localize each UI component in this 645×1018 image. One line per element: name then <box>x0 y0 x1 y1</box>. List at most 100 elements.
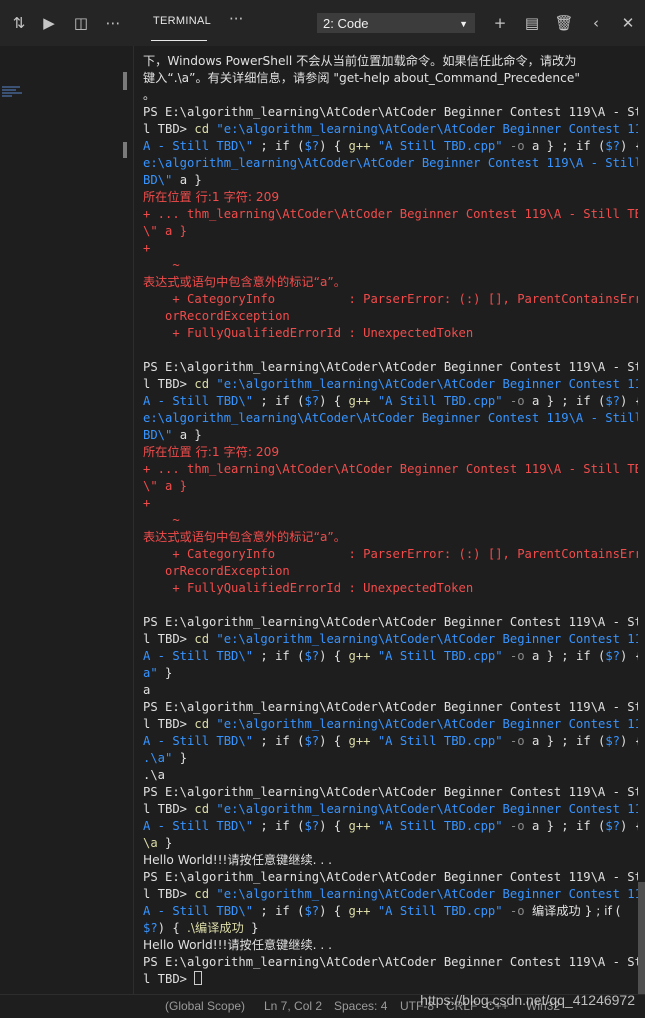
terminal-text: a } ; if ( <box>531 139 606 153</box>
terminal-line: A - Still TBD\" ; if ($?) { g++ "A Still… <box>143 393 638 410</box>
chevron-left-icon[interactable]: ‹ <box>585 12 607 34</box>
terminal-text: 所在位置 行:1 字符: 209 <box>143 190 280 204</box>
plus-icon[interactable]: + <box>489 12 511 34</box>
terminal-text: ) { <box>319 394 349 408</box>
terminal-text: "A Still TBD.cpp" <box>377 734 503 748</box>
terminal-line: 所在位置 行:1 字符: 209 <box>143 189 638 206</box>
chevron-down-icon: ▼ <box>459 19 468 29</box>
split-terminal-icon[interactable]: ▤ <box>521 12 543 34</box>
terminal-text: \a <box>143 836 158 850</box>
terminal-text: $? <box>605 819 621 833</box>
terminal-text: PS E:\algorithm_learning\AtCoder\AtCoder… <box>143 615 638 629</box>
more-icon[interactable]: ⋯ <box>102 12 124 34</box>
terminal-text: } <box>157 666 173 680</box>
terminal-text: ) { <box>620 139 638 153</box>
terminal-text: PS E:\algorithm_learning\AtCoder\AtCoder… <box>143 955 638 969</box>
terminal-line: + ... thm_learning\AtCoder\AtCoder Begin… <box>143 461 638 478</box>
terminal-line: orRecordException <box>143 563 638 580</box>
terminal-text: PS E:\algorithm_learning\AtCoder\AtCoder… <box>143 700 638 714</box>
terminal-lines: 下，Windows PowerShell 不会从当前位置加载命令。如果信任此命令… <box>133 46 638 988</box>
terminal-line: orRecordException <box>143 308 638 325</box>
close-icon[interactable]: ✕ <box>617 12 639 34</box>
minimap[interactable] <box>2 86 24 100</box>
terminal-line: 下，Windows PowerShell 不会从当前位置加载命令。如果信任此命令… <box>143 53 638 70</box>
status-indentation[interactable]: Spaces: 4 <box>334 999 387 1013</box>
terminal-text: a } <box>172 173 202 187</box>
terminal-line: a <box>143 682 638 699</box>
run-icon[interactable]: ▶ <box>38 12 60 34</box>
panel-more-icon[interactable]: ··· <box>229 10 243 28</box>
terminal-text: l TBD> <box>143 632 195 646</box>
terminal-line: 表达式或语句中包含意外的标记“a”。 <box>143 529 638 546</box>
terminal-line: e:\algorithm_learning\AtCoder\AtCoder Be… <box>143 410 638 427</box>
terminal-output[interactable]: 下，Windows PowerShell 不会从当前位置加载命令。如果信任此命令… <box>133 46 638 994</box>
status-scope[interactable]: (Global Scope) <box>165 999 245 1013</box>
terminal-text: ) { <box>319 734 349 748</box>
terminal-text: g++ <box>348 394 378 408</box>
terminal-line: PS E:\algorithm_learning\AtCoder\AtCoder… <box>143 869 638 886</box>
terminal-text: ) { <box>319 904 349 918</box>
terminal-text: "e:\algorithm_learning\AtCoder\AtCoder B… <box>216 632 638 646</box>
terminal-text: 编译成功 } ; if ( <box>531 904 621 918</box>
terminal-line: + FullyQualifiedErrorId : UnexpectedToke… <box>143 325 638 342</box>
terminal-line: Hello World!!!请按任意键继续. . . <box>143 852 638 869</box>
terminal-text: .\编译成功 <box>187 921 244 935</box>
status-bar: (Global Scope) Ln 7, Col 2 Spaces: 4 UTF… <box>0 992 645 1018</box>
scrollbar-thumb[interactable] <box>638 882 645 994</box>
terminal-line: l TBD> cd "e:\algorithm_learning\AtCoder… <box>143 716 638 733</box>
terminal-text: A - Still TBD\" <box>143 649 254 663</box>
terminal-line: $?) { .\编译成功 } <box>143 920 638 937</box>
terminal-text: l TBD> <box>143 887 195 901</box>
status-cursor-position[interactable]: Ln 7, Col 2 <box>264 999 322 1013</box>
terminal-text: 。 <box>143 88 156 102</box>
trash-icon[interactable]: 🗑 <box>553 12 575 34</box>
terminal-line: 表达式或语句中包含意外的标记“a”。 <box>143 274 638 291</box>
terminal-text: l TBD> <box>143 972 195 986</box>
terminal-line: PS E:\algorithm_learning\AtCoder\AtCoder… <box>143 359 638 376</box>
terminal-select-value: 2: Code <box>323 16 369 31</box>
terminal-text: g++ <box>348 734 378 748</box>
terminal-text: l TBD> <box>143 377 195 391</box>
terminal-text: ; if ( <box>253 904 305 918</box>
terminal-text: Hello World!!!请按任意键继续. . . <box>143 853 333 867</box>
terminal-text: 表达式或语句中包含意外的标记“a”。 <box>143 275 346 289</box>
terminal-text: -o <box>502 394 532 408</box>
terminal-text: 所在位置 行:1 字符: 209 <box>143 445 280 459</box>
terminal-text: .\a <box>143 768 166 782</box>
terminal-line: BD\" a } <box>143 427 638 444</box>
terminal-line: + CategoryInfo : ParserError: (:) [], Pa… <box>143 291 638 308</box>
editor-toolbar: ⇅ ▶ ◫ ⋯ <box>0 0 133 46</box>
terminal-text: a } ; if ( <box>531 394 606 408</box>
source-control-icon[interactable]: ⇅ <box>8 12 30 34</box>
terminal-line: PS E:\algorithm_learning\AtCoder\AtCoder… <box>143 104 638 121</box>
terminal-text: ; if ( <box>253 649 305 663</box>
terminal-text: \" a } <box>143 224 188 238</box>
terminal-text: cd <box>194 717 217 731</box>
terminal-select[interactable]: 2: Code ▼ <box>317 13 475 33</box>
terminal-line: 所在位置 行:1 字符: 209 <box>143 444 638 461</box>
terminal-text: } <box>172 751 188 765</box>
tab-active-indicator <box>151 40 207 41</box>
terminal-text: $? <box>304 139 320 153</box>
terminal-text: + ... thm_learning\AtCoder\AtCoder Begin… <box>143 207 638 221</box>
terminal-text: + FullyQualifiedErrorId : UnexpectedToke… <box>143 326 474 340</box>
terminal-line: .\a <box>143 767 638 784</box>
terminal-text: "A Still TBD.cpp" <box>377 394 503 408</box>
terminal-text: g++ <box>348 139 378 153</box>
tab-terminal[interactable]: TERMINAL <box>153 15 211 27</box>
terminal-line: + ... thm_learning\AtCoder\AtCoder Begin… <box>143 206 638 223</box>
terminal-text: cd <box>194 122 217 136</box>
terminal-text: BD\" <box>143 428 173 442</box>
terminal-text: Hello World!!!请按任意键继续. . . <box>143 938 333 952</box>
terminal-text: -o <box>502 649 532 663</box>
terminal-text: $? <box>304 394 320 408</box>
split-editor-icon[interactable]: ◫ <box>70 12 92 34</box>
terminal-text: e:\algorithm_learning\AtCoder\AtCoder Be… <box>143 156 638 170</box>
terminal-scrollbar[interactable] <box>638 46 645 994</box>
terminal-text: "A Still TBD.cpp" <box>377 139 503 153</box>
terminal-line: l TBD> cd "e:\algorithm_learning\AtCoder… <box>143 121 638 138</box>
terminal-line: PS E:\algorithm_learning\AtCoder\AtCoder… <box>143 954 638 971</box>
terminal-text: a } ; if ( <box>531 649 606 663</box>
terminal-line: a" } <box>143 665 638 682</box>
